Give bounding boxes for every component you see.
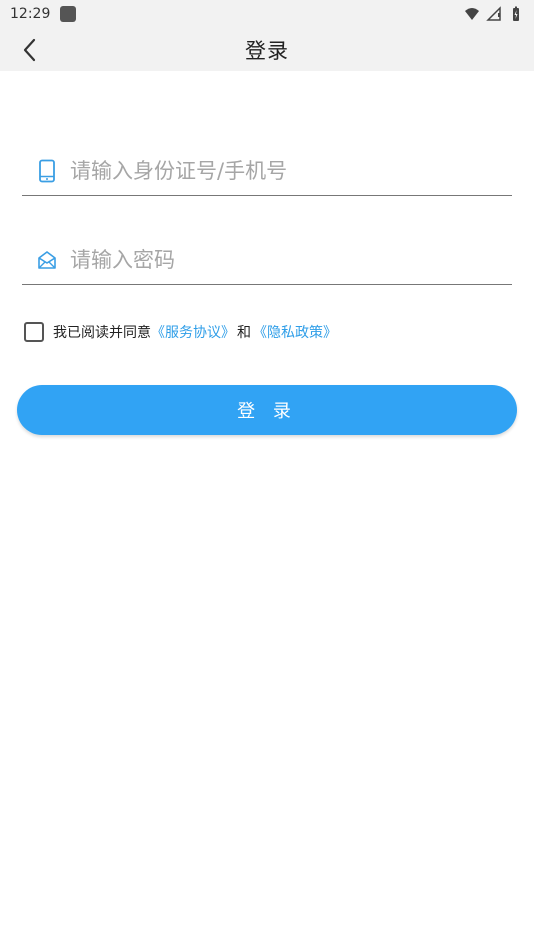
privacy-policy-link[interactable]: 《隐私政策》	[253, 322, 337, 342]
back-button[interactable]	[14, 34, 46, 66]
phone-icon	[34, 158, 60, 184]
status-bar: 12:29	[0, 0, 534, 28]
notification-icon	[60, 6, 77, 22]
phone-input[interactable]	[70, 158, 470, 183]
agreement-row: 我已阅读并同意 《服务协议》 和 《隐私政策》	[24, 322, 337, 342]
phone-field	[22, 146, 512, 196]
app-bar: 登录	[0, 28, 534, 71]
agree-checkbox[interactable]	[24, 322, 44, 342]
signal-icon	[486, 6, 501, 21]
login-button[interactable]: 登 录	[17, 385, 517, 435]
password-input[interactable]	[70, 247, 470, 272]
chevron-left-icon	[23, 38, 36, 62]
envelope-icon	[34, 247, 60, 273]
service-agreement-link[interactable]: 《服务协议》	[151, 322, 235, 342]
password-field	[22, 235, 512, 285]
agree-text: 我已阅读并同意	[53, 325, 151, 341]
and-text: 和	[237, 325, 251, 341]
wifi-icon	[465, 8, 479, 20]
page-title: 登录	[245, 38, 289, 63]
battery-icon	[513, 6, 519, 21]
status-time: 12:29	[10, 6, 51, 22]
